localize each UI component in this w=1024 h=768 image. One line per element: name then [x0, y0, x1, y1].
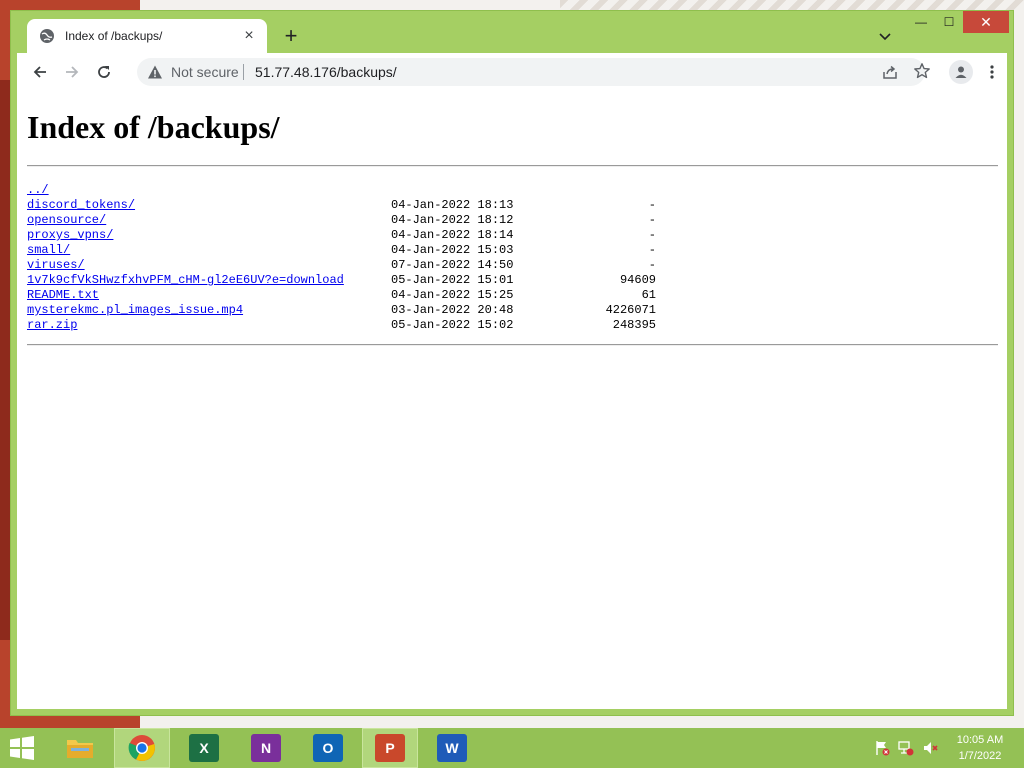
forward-arrow-icon	[66, 66, 79, 78]
entry-link[interactable]: discord_tokens/	[27, 198, 135, 212]
tab-search-chevron-icon[interactable]	[873, 25, 897, 49]
folder-icon	[65, 734, 95, 762]
listing-row: mysterekmc.pl_images_issue.mp4 03-Jan-202…	[27, 303, 656, 318]
person-icon	[955, 66, 967, 78]
entry-link[interactable]: viruses/	[27, 258, 85, 272]
kebab-menu-icon	[990, 65, 994, 79]
entry-date: 04-Jan-2022 18:12	[391, 213, 514, 227]
entry-size: 248395	[612, 318, 656, 332]
address-bar[interactable]: Not secure 51.77.48.176/backups/	[137, 58, 930, 86]
page-viewport: Index of /backups/ ../discord_tokens/04-…	[17, 91, 1007, 709]
security-status[interactable]: Not secure	[171, 64, 239, 80]
word-icon: W	[437, 734, 467, 762]
warning-icon	[148, 65, 162, 79]
back-arrow-icon	[33, 66, 46, 78]
entry-size: -	[648, 213, 656, 227]
listing-row: opensource/04-Jan-2022 18:12 -	[27, 213, 656, 228]
taskbar-app-word[interactable]: W	[424, 728, 480, 768]
bottom-divider	[27, 344, 998, 346]
listing-row: 1v7k9cfVkSHwzfxhvPFM_cHM-gl2eE6UV?e=down…	[27, 273, 656, 288]
profile-avatar[interactable]	[949, 60, 973, 84]
app-letter: P	[385, 740, 395, 756]
listing-row: small/04-Jan-2022 15:03 -	[27, 243, 656, 258]
entry-date: 03-Jan-2022 20:48	[391, 303, 514, 317]
entry-date: 05-Jan-2022 15:01	[391, 273, 514, 287]
taskbar-app-chrome[interactable]	[114, 728, 170, 768]
listing-row: viruses/07-Jan-2022 14:50 -	[27, 258, 656, 273]
new-tab-button[interactable]: +	[279, 25, 303, 49]
tab-title: Index of /backups/	[65, 29, 163, 43]
entry-size: -	[648, 228, 656, 242]
close-window-button[interactable]: ✕	[963, 11, 1009, 33]
app-letter: N	[260, 740, 272, 756]
entry-date: 05-Jan-2022 15:02	[391, 318, 514, 332]
entry-date: 04-Jan-2022 15:03	[391, 243, 514, 257]
entry-date: 04-Jan-2022 18:13	[391, 198, 514, 212]
app-letter: W	[445, 740, 459, 756]
entry-size: 61	[641, 288, 656, 302]
minimize-button[interactable]: —	[907, 11, 935, 33]
browser-menu-button[interactable]	[983, 60, 1001, 84]
entry-link[interactable]: 1v7k9cfVkSHwzfxhvPFM_cHM-gl2eE6UV?e=down…	[27, 273, 344, 287]
browser-tab[interactable]: Index of /backups/ ×	[27, 19, 267, 53]
taskbar-app-excel[interactable]: X	[176, 728, 232, 768]
url-text[interactable]: 51.77.48.176/backups/	[255, 64, 397, 80]
bookmark-star-icon[interactable]	[913, 62, 931, 80]
app-letter: X	[199, 740, 209, 756]
app-letter: O	[322, 740, 334, 756]
outlook-icon: O	[313, 734, 343, 762]
taskbar: X N O P W 10:05 AM 1/7/2022	[0, 728, 1024, 768]
entry-size: -	[648, 258, 656, 272]
entry-size: -	[648, 198, 656, 212]
entry-link[interactable]: ../	[27, 183, 49, 197]
entry-link[interactable]: opensource/	[27, 213, 106, 227]
reload-icon	[98, 66, 110, 78]
listing-row: rar.zip 05-Jan-2022 15:02 248395	[27, 318, 656, 333]
omnibox-divider	[243, 64, 244, 80]
windows-start-icon[interactable]	[8, 736, 36, 760]
top-divider	[27, 165, 998, 167]
clock-date[interactable]: 1/7/2022	[948, 750, 1012, 762]
action-center-flag-icon[interactable]	[874, 740, 890, 756]
share-icon[interactable]	[881, 63, 899, 81]
listing-row: proxys_vpns/04-Jan-2022 18:14 -	[27, 228, 656, 243]
entry-link[interactable]: mysterekmc.pl_images_issue.mp4	[27, 303, 243, 317]
browser-toolbar: Not secure 51.77.48.176/backups/	[17, 53, 1007, 91]
taskbar-app-outlook[interactable]: O	[300, 728, 356, 768]
maximize-button[interactable]: ☐	[935, 11, 963, 33]
listing-row: ../	[27, 183, 344, 198]
entry-size: 4226071	[605, 303, 656, 317]
clock-time[interactable]: 10:05 AM	[948, 734, 1012, 746]
onenote-icon: N	[251, 734, 281, 762]
entry-size: 94609	[619, 273, 656, 287]
volume-muted-icon[interactable]	[922, 740, 938, 756]
entry-link[interactable]: rar.zip	[27, 318, 77, 332]
entry-link[interactable]: small/	[27, 243, 70, 257]
browser-window: Index of /backups/ × + — ☐ ✕ Not secure …	[10, 10, 1014, 716]
listing-row: README.txt 04-Jan-2022 15:25 61	[27, 288, 656, 303]
directory-listing: ../discord_tokens/04-Jan-2022 18:13- open…	[27, 183, 656, 333]
taskbar-app-file-explorer[interactable]	[52, 728, 108, 768]
entry-link[interactable]: README.txt	[27, 288, 99, 302]
entry-date: 04-Jan-2022 18:14	[391, 228, 514, 242]
tab-close-icon[interactable]: ×	[241, 28, 257, 44]
forward-button[interactable]	[59, 59, 85, 85]
entry-link[interactable]: proxys_vpns/	[27, 228, 113, 242]
wallpaper-pattern	[560, 0, 1024, 10]
network-icon[interactable]	[898, 740, 914, 756]
taskbar-app-powerpoint[interactable]: P	[362, 728, 418, 768]
powerpoint-icon: P	[375, 734, 405, 762]
globe-icon	[39, 28, 55, 44]
entry-date: 04-Jan-2022 15:25	[391, 288, 514, 302]
chrome-icon	[127, 734, 157, 762]
reload-button[interactable]	[91, 59, 117, 85]
excel-icon: X	[189, 734, 219, 762]
entry-size: -	[648, 243, 656, 257]
back-button[interactable]	[27, 59, 53, 85]
entry-date: 07-Jan-2022 14:50	[391, 258, 514, 272]
tab-strip: Index of /backups/ × + — ☐ ✕	[11, 11, 1013, 53]
page-title: Index of /backups/	[27, 109, 280, 145]
taskbar-app-onenote[interactable]: N	[238, 728, 294, 768]
listing-row: discord_tokens/04-Jan-2022 18:13 -	[27, 198, 656, 213]
